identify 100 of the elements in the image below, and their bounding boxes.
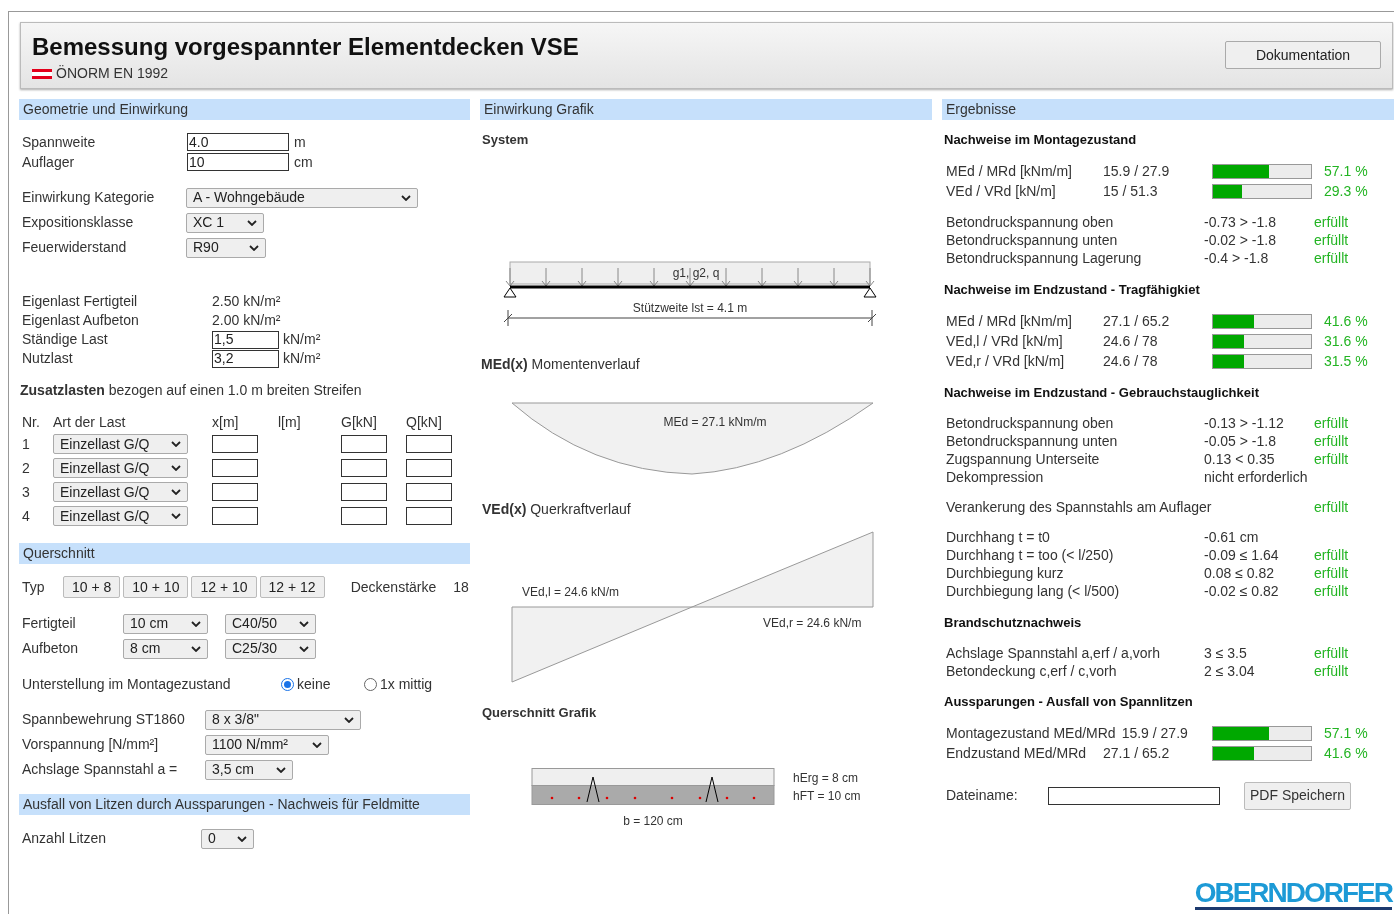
input-field[interactable]: 3,2 [212, 349, 279, 368]
result-value: -0.02 ≤ 0.82 [1204, 582, 1280, 601]
status-text: erfüllt [1314, 414, 1349, 433]
unit-label: cm [294, 152, 313, 172]
field-label: Deckenstärke [350, 577, 437, 597]
field-label: Eigenlast Fertigteil [22, 292, 139, 311]
dropdown[interactable]: 3,5 cm [205, 759, 293, 780]
dropdown[interactable]: Einzellast G/Q [53, 482, 188, 502]
percent-value: 29.3 % [1324, 183, 1368, 199]
result-label: Zugspannung Unterseite [946, 451, 1100, 467]
radio-option[interactable]: keine [281, 673, 364, 695]
radio-option[interactable]: 1x mittig [364, 673, 433, 695]
dropdown[interactable]: Einzellast G/Q [53, 458, 188, 478]
result-label: Betondruckspannung unten [946, 232, 1118, 248]
dropdown[interactable]: A - Wohngebäude [186, 187, 418, 208]
dropdown[interactable]: Einzellast G/Q [53, 506, 188, 526]
value-text: 2.50 kN/m² [212, 292, 281, 311]
result-value: -0.4 > -1.8 [1204, 249, 1270, 268]
result-value: 3 ≤ 3.5 [1204, 643, 1248, 663]
section-caption: Zusatzlasten bezogen auf einen 1.0 m breiten Streifen [19, 381, 363, 400]
group-title: Aussparungen - Ausfall von Spannlitzen [943, 693, 1194, 711]
result-label: Durchbiegung kurz [946, 565, 1064, 581]
dropdown[interactable]: C25/30 [225, 638, 316, 659]
group-title: Nachweise im Endzustand - Tragfähigkiet [943, 280, 1201, 299]
percent-value: 41.6 % [1324, 312, 1368, 329]
value-text: 18 [453, 577, 469, 597]
percent-value: 31.5 % [1324, 352, 1368, 369]
height-label: hFT = 10 cm [793, 789, 861, 803]
result-label: Betondruckspannung oben [946, 214, 1114, 230]
section-header: Ausfall von Litzen durch Aussparungen - Nachweis für Feldmitte [19, 794, 470, 815]
field-label: Unterstellung im Montagezustand [22, 674, 232, 694]
type-button[interactable]: 10 + 8 [63, 576, 121, 598]
result-value: 15.9 / 27.9 [1103, 163, 1170, 179]
result-value: 24.6 / 78 [1103, 332, 1158, 349]
pdf-save-button[interactable]: PDF Speichern [1244, 781, 1351, 810]
diagram-title: MEd(x) Momentenverlauf [480, 354, 641, 374]
result-value: -0.73 > -1.8 [1204, 213, 1277, 232]
result-label: VEd / VRd [kN/m] [946, 182, 1057, 201]
diagram-title: Querschnitt Grafik [481, 703, 598, 722]
column-header: l[m] [278, 412, 302, 432]
dropdown[interactable]: 0 [201, 828, 254, 849]
dropdown[interactable]: 8 cm [123, 638, 208, 659]
percent-value: 31.6 % [1324, 332, 1368, 349]
dropdown[interactable]: 10 cm [123, 613, 208, 634]
status-text: erfüllt [1314, 564, 1349, 583]
section-header: Geometrie und Einwirkung [19, 99, 470, 120]
input-field[interactable]: 4.0 [187, 133, 289, 151]
dropdown[interactable]: R90 [186, 237, 266, 258]
percent-value: 41.6 % [1324, 745, 1368, 761]
result-value: -0.02 > -1.8 [1204, 231, 1277, 250]
type-button[interactable]: 12 + 12 [259, 576, 325, 598]
type-button[interactable]: 10 + 10 [123, 576, 189, 598]
width-label: b = 120 cm [623, 814, 683, 828]
field-label: Spannbewehrung ST1860 [22, 710, 186, 729]
row-number: 2 [22, 458, 31, 478]
field-label: Vorspannung [N/mm²] [22, 735, 160, 754]
field-label: Einwirkung Kategorie [22, 188, 156, 207]
height-label: hErg = 8 cm [793, 771, 859, 785]
status-text: erfüllt [1314, 213, 1349, 232]
result-value: 24.6 / 78 [1103, 352, 1158, 369]
input-field[interactable]: 10 [187, 153, 289, 171]
result-value: -0.13 > -1.12 [1204, 414, 1285, 433]
unit-label: kN/m² [283, 349, 321, 368]
field-label: Auflager [22, 152, 76, 172]
input-field[interactable]: 1,5 [212, 330, 279, 349]
type-button[interactable]: 12 + 10 [191, 576, 257, 598]
row-number: 3 [22, 482, 31, 502]
result-label: MEd / MRd [kNm/m] [946, 162, 1073, 181]
unit-label: m [294, 132, 306, 152]
result-label: Achslage Spannstahl a,erf / a,vorh [946, 644, 1161, 661]
dropdown[interactable]: 1100 N/mm² [205, 734, 329, 755]
field-label: Typ [22, 577, 46, 597]
result-value: -0.09 ≤ 1.64 [1204, 546, 1280, 565]
field-label: Eigenlast Aufbeton [22, 311, 140, 330]
result-label: Durchhang t = too (< l/250) [946, 547, 1114, 563]
result-label: Betondruckspannung Lagerung [946, 250, 1142, 266]
result-value: nicht erforderlich [1204, 468, 1309, 487]
status-text: erfüllt [1314, 498, 1349, 517]
result-value: 0.08 ≤ 0.82 [1204, 564, 1275, 583]
documentation-button[interactable]: Dokumentation [1225, 41, 1381, 69]
result-label: Montagezustand MEd/MRd [946, 724, 1117, 743]
field-label: Fertigteil [22, 614, 77, 633]
percent-value: 57.1 % [1324, 163, 1368, 179]
dropdown[interactable]: XC 1 [186, 212, 264, 233]
field-label: Ständige Last [22, 330, 109, 349]
dropdown[interactable]: 8 x 3/8" [205, 709, 361, 730]
dropdown[interactable]: C40/50 [225, 613, 316, 634]
status-text: erfüllt [1314, 450, 1349, 469]
column-header: G[kN] [341, 412, 378, 432]
result-value: 15 / 51.3 [1103, 183, 1158, 199]
status-text: erfüllt [1314, 546, 1349, 565]
shear-label: VEd,l = 24.6 kN/m [522, 584, 620, 599]
result-label: Durchhang t = t0 [946, 529, 1050, 545]
column-header: Nr. [22, 412, 41, 432]
moment-label: MEd = 27.1 kNm/m [663, 414, 767, 429]
dropdown[interactable]: Einzellast G/Q [53, 434, 188, 454]
result-label: Betondeckung c,erf / c,vorh [946, 662, 1117, 679]
company-logo: OBERNDORFER [1194, 879, 1392, 910]
status-text: erfüllt [1314, 231, 1349, 250]
value-text: 2.00 kN/m² [212, 311, 281, 330]
